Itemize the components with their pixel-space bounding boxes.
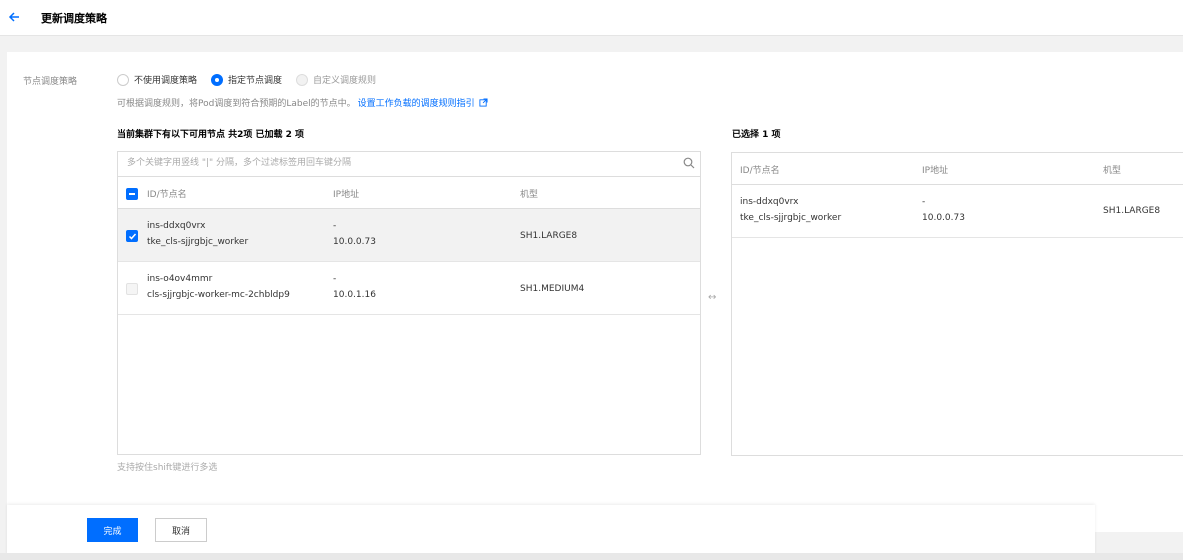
table-header: ID/节点名 IP地址 机型 [118, 177, 700, 209]
node-name: cls-sjjrgbjc-worker-mc-2chbldp9 [147, 290, 290, 300]
node-name: tke_cls-sjjrgbjc_worker [740, 213, 842, 223]
search-icon[interactable] [683, 157, 695, 169]
hint-text: 可根据调度规则，将Pod调度到符合预期的Label的节点中。 [117, 99, 356, 109]
external-link-icon[interactable] [479, 98, 488, 107]
radio-circle-checked [211, 73, 224, 86]
available-nodes-title: 当前集群下有以下可用节点 共2项 已加载 2 项 [117, 130, 305, 140]
node-ip: 10.0.1.16 [333, 290, 376, 300]
search-box [118, 152, 700, 177]
search-input[interactable] [127, 152, 667, 174]
selected-nodes-panel: ID/节点名 IP地址 机型 ins-ddxq0vrx tke_cls-sjjr… [731, 152, 1183, 456]
multi-select-hint: 支持按住shift键进行多选 [117, 463, 218, 473]
node-id: ins-ddxq0vrx [147, 221, 206, 231]
strategy-label: 节点调度策略 [23, 77, 78, 87]
table-row[interactable]: ins-ddxq0vrx tke_cls-sjjrgbjc_worker - 1… [118, 209, 700, 262]
radio-custom-rules: 自定义调度规则 [296, 73, 376, 86]
strategy-radio-group: 不使用调度策略 指定节点调度 自定义调度规则 [117, 73, 390, 86]
node-ip-dash: - [922, 197, 926, 207]
table-header: ID/节点名 IP地址 机型 [732, 153, 1183, 185]
node-ip-dash: - [333, 274, 337, 284]
table-row[interactable]: ins-o4ov4mmr cls-sjjrgbjc-worker-mc-2chb… [118, 262, 700, 315]
strategy-hint: 可根据调度规则，将Pod调度到符合预期的Label的节点中。 设置工作负载的调度… [117, 96, 488, 109]
column-header-id: ID/节点名 [740, 166, 780, 176]
transfer-arrow-icon: ↔ [708, 292, 717, 303]
radio-label: 不使用调度策略 [134, 76, 198, 86]
back-arrow-icon[interactable] [6, 9, 22, 25]
bottom-strip [0, 553, 1183, 560]
cancel-button[interactable]: 取消 [155, 518, 207, 542]
node-ip: 10.0.0.73 [922, 213, 965, 223]
table-row[interactable]: ins-ddxq0vrx tke_cls-sjjrgbjc_worker - 1… [732, 185, 1183, 238]
confirm-button[interactable]: 完成 [87, 518, 138, 542]
column-header-ip: IP地址 [922, 166, 949, 176]
column-header-type: 机型 [1103, 166, 1122, 176]
radio-no-strategy[interactable]: 不使用调度策略 [117, 73, 197, 86]
radio-label: 指定节点调度 [228, 76, 283, 86]
node-id: ins-ddxq0vrx [740, 197, 799, 207]
node-type: SH1.LARGE8 [520, 231, 578, 241]
main-card: 节点调度策略 不使用调度策略 指定节点调度 自定义调度规则 可根据调度规则，将P… [7, 52, 1183, 532]
scheduling-guide-link[interactable]: 设置工作负载的调度规则指引 [358, 96, 475, 109]
radio-circle-disabled [296, 73, 309, 86]
page-title: 更新调度策略 [41, 12, 107, 25]
row-checkbox[interactable] [126, 283, 138, 295]
node-name: tke_cls-sjjrgbjc_worker [147, 237, 249, 247]
check-icon [128, 233, 137, 240]
available-nodes-panel: ID/节点名 IP地址 机型 ins-ddxq0vrx tke_cls-sjjr… [117, 151, 701, 455]
radio-label: 自定义调度规则 [313, 76, 377, 86]
column-header-type: 机型 [520, 190, 539, 200]
node-type: SH1.LARGE8 [1103, 206, 1161, 216]
node-ip: 10.0.0.73 [333, 237, 376, 247]
action-bar: 完成 取消 [7, 505, 1095, 555]
column-header-ip: IP地址 [333, 190, 360, 200]
node-id: ins-o4ov4mmr [147, 274, 213, 284]
node-ip-dash: - [333, 221, 337, 231]
select-all-checkbox[interactable] [126, 188, 138, 200]
radio-circle [117, 73, 129, 86]
node-type: SH1.MEDIUM4 [520, 284, 585, 294]
row-checkbox[interactable] [126, 230, 138, 242]
column-header-id: ID/节点名 [147, 190, 187, 200]
top-bar: 更新调度策略 [0, 0, 1183, 36]
radio-specify-node[interactable]: 指定节点调度 [211, 73, 282, 86]
selected-nodes-title: 已选择 1 项 [732, 130, 781, 140]
